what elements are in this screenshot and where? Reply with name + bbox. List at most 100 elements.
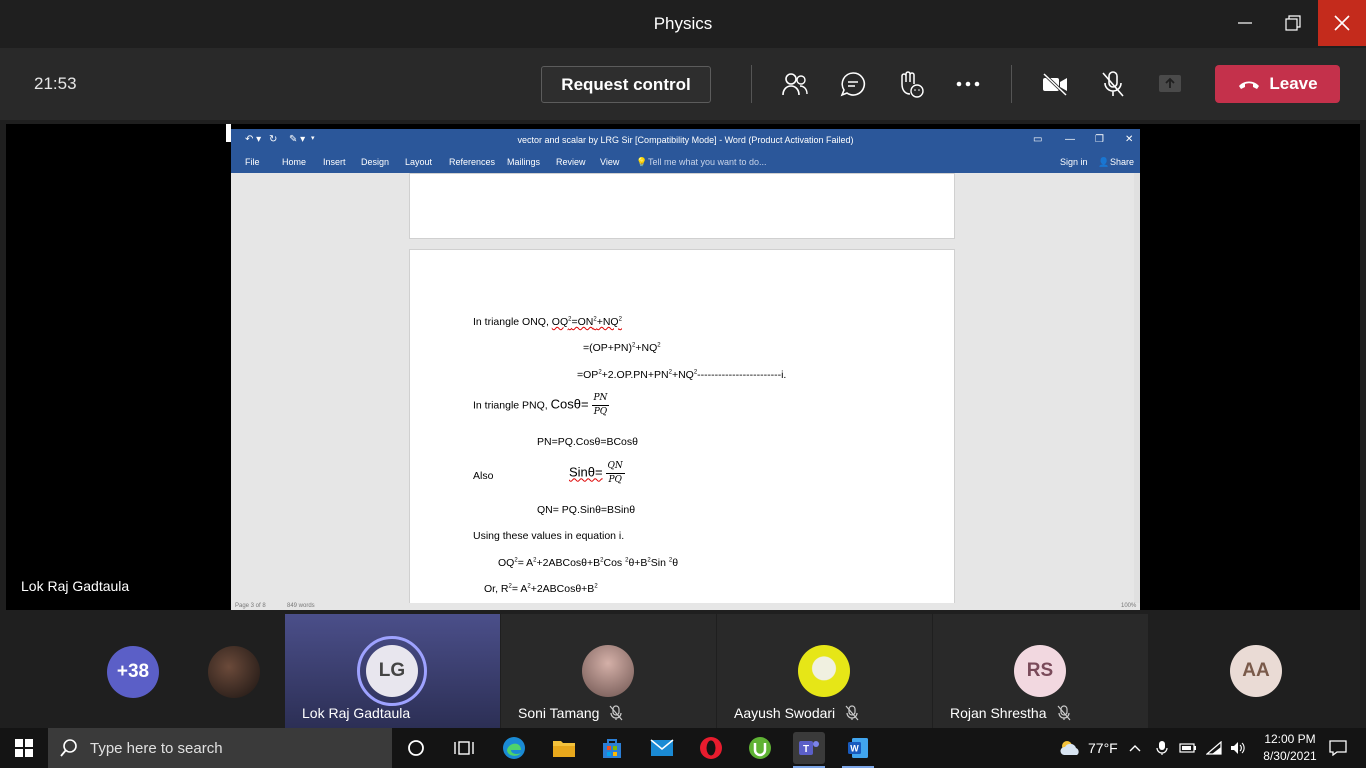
word-app[interactable]: W [842, 732, 874, 764]
fraction-pn-pq: PN PQ [591, 392, 610, 419]
word-icon: W [848, 738, 868, 758]
close-button[interactable] [1318, 0, 1366, 46]
participant-tile-soni[interactable]: Soni Tamang [501, 614, 716, 728]
utorrent-icon [749, 737, 771, 759]
windows-logo-icon [15, 739, 33, 757]
word-tab-home: Home [282, 157, 307, 167]
weather-widget[interactable]: 77°F [1058, 739, 1118, 757]
wifi-icon [1206, 741, 1222, 755]
share-screen-icon [1159, 75, 1181, 92]
start-button[interactable] [8, 732, 40, 764]
battery-tray[interactable] [1176, 732, 1200, 764]
restore-button[interactable] [1270, 0, 1316, 46]
word-vertical-scrollbar [1134, 173, 1140, 603]
window-titlebar: Physics [0, 0, 1366, 48]
word-tab-layout: Layout [405, 157, 433, 167]
taskbar-clock[interactable]: 12:00 PM 8/30/2021 [1254, 731, 1326, 765]
utorrent-app[interactable] [744, 732, 776, 764]
overflow-participants-tile[interactable]: +38 [68, 614, 283, 728]
request-control-button[interactable]: Request control [541, 66, 711, 103]
leave-button[interactable]: Leave [1215, 65, 1340, 103]
camera-toggle-button[interactable] [1039, 68, 1071, 100]
reactions-button[interactable] [894, 68, 926, 100]
mail-app[interactable] [646, 732, 678, 764]
call-timer: 21:53 [34, 74, 77, 93]
people-icon [782, 73, 808, 96]
doc-line-6-prefix: Also [473, 470, 494, 482]
doc-line-6-func: Sinθ= [569, 464, 603, 480]
mic-off-icon [1102, 71, 1124, 97]
document-page: In triangle ONQ, OQ2=ON2+NQ2 =(OP+PN)2+N… [409, 249, 955, 610]
opera-icon [700, 737, 722, 759]
participant-tile-rojan[interactable]: RS Rojan Shrestha [933, 614, 1148, 728]
participant-name-row: Aayush Swodari [734, 705, 859, 721]
wifi-tray[interactable] [1202, 732, 1226, 764]
chevron-up-icon [1129, 745, 1141, 752]
clock-time: 12:00 PM [1264, 732, 1316, 746]
word-tab-view: View [600, 157, 620, 167]
doc-line-5: PN=PQ.Cosθ=BCosθ [537, 436, 638, 448]
presenter-name: Lok Raj Gadtaula [21, 578, 130, 594]
chat-button[interactable] [837, 68, 869, 100]
search-icon [60, 739, 77, 757]
mic-off-icon [845, 705, 859, 721]
word-ribbon-tabs: File Home Insert Design Layout Reference… [231, 151, 1140, 173]
doc-line-1: In triangle ONQ, OQ2=ON2+NQ2 [473, 316, 622, 328]
word-tab-insert: Insert [323, 157, 346, 167]
status-zoom: 100% [1121, 603, 1137, 609]
camera-off-icon [1042, 72, 1068, 96]
participants-button[interactable] [779, 68, 811, 100]
participant-name: Rojan Shrestha [950, 705, 1047, 721]
close-icon [1334, 15, 1350, 31]
doc-line-2: =(OP+PN)2+NQ2 [583, 342, 661, 354]
action-center-button[interactable] [1322, 732, 1354, 764]
fraction-numerator: PN [591, 392, 610, 406]
weather-temp: 77°F [1088, 740, 1118, 756]
edge-app[interactable] [498, 732, 530, 764]
doc-line-3: =OP2+2.OP.PN+PN2+NQ2--------------------… [577, 369, 787, 381]
doc-line-1-eq: OQ2=ON2+NQ2 [551, 316, 622, 328]
volume-tray[interactable] [1226, 732, 1250, 764]
word-minimize-icon: — [1065, 134, 1075, 145]
participant-name: Lok Raj Gadtaula [302, 705, 411, 721]
participant-tile-aayush[interactable]: Aayush Swodari [717, 614, 932, 728]
mic-off-icon [1057, 705, 1070, 721]
share-tray-button[interactable] [1154, 68, 1186, 100]
avatar: AA [1230, 645, 1282, 697]
word-tab-review: Review [556, 157, 586, 167]
leave-label: Leave [1269, 74, 1318, 93]
word-tell-me: Tell me what you want to do... [648, 157, 767, 167]
windows-taskbar: Type here to search T W 77°F 12:00 PM 8/… [0, 728, 1366, 768]
file-explorer-app[interactable] [548, 732, 580, 764]
divider [751, 65, 752, 103]
chat-icon [840, 72, 866, 97]
more-options-button[interactable] [952, 68, 984, 100]
svg-text:W: W [850, 744, 859, 754]
microphone-tray[interactable] [1150, 732, 1174, 764]
minimize-icon [1238, 22, 1252, 24]
status-words: 849 words [287, 603, 315, 609]
teams-app[interactable]: T [793, 732, 825, 764]
doc-line-4: In triangle PNQ, Cosθ= PN PQ [473, 392, 610, 419]
store-app[interactable] [596, 732, 628, 764]
phone-hangup-icon [1239, 81, 1260, 89]
task-view-button[interactable] [448, 732, 480, 764]
doc-line-10: Or, R2= A2+2ABCosθ+B2 [484, 583, 598, 595]
word-sign-in: Sign in [1060, 157, 1088, 167]
participant-tile-lok-raj[interactable]: LG Lok Raj Gadtaula [285, 614, 500, 728]
folder-icon [553, 741, 575, 757]
raise-hand-icon [901, 71, 924, 98]
taskbar-search[interactable]: Type here to search [48, 728, 392, 768]
clock-date: 8/30/2021 [1263, 749, 1317, 763]
opera-app[interactable] [695, 732, 727, 764]
mic-toggle-button[interactable] [1097, 68, 1129, 100]
store-icon [603, 739, 621, 758]
ribbon-display-icon: ▭ [1033, 134, 1043, 145]
participant-tile-aa[interactable]: AA [1149, 614, 1364, 728]
minimize-button[interactable] [1222, 0, 1268, 46]
status-page: Page 3 of 8 [235, 603, 266, 609]
volume-icon [1231, 742, 1245, 754]
tray-overflow-button[interactable] [1125, 732, 1145, 764]
cortana-button[interactable] [400, 732, 432, 764]
doc-line-4-func: Cosθ= [550, 396, 589, 412]
